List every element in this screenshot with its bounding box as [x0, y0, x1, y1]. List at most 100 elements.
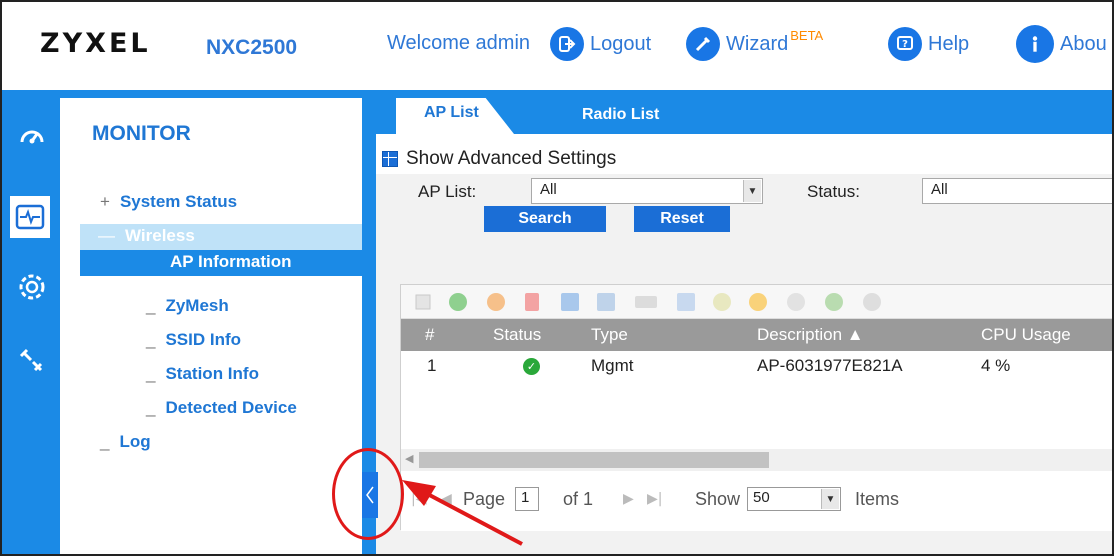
chevron-down-icon: ▼ [821, 489, 839, 509]
device-icon[interactable] [635, 296, 657, 308]
grid-header: # Status Type Description ▲ CPU Usage [401, 319, 1112, 351]
expand-icon: + [100, 192, 110, 211]
status-label: Status: [807, 182, 860, 201]
logout-link[interactable]: Logout [550, 24, 651, 64]
monitor-menu: MONITOR + System Status — Wireless AP Info… [80, 114, 362, 554]
status-select[interactable]: All [922, 178, 1112, 204]
menu-item-label: Log [119, 432, 151, 451]
menu-item-label: Wireless [125, 226, 195, 245]
menu-item-wireless[interactable]: — Wireless [80, 224, 362, 250]
collapse-icon: — [98, 226, 115, 245]
chart-icon[interactable] [561, 293, 579, 311]
advanced-label: Show Advanced Settings [406, 148, 617, 169]
about-label: Abou [1060, 32, 1107, 55]
wizard-icon [686, 27, 720, 61]
scrollbar-thumb[interactable] [419, 452, 769, 468]
page-size-value: 50 [753, 489, 770, 506]
bullet: _ [146, 330, 156, 349]
icon-sidebar-tail [2, 414, 60, 444]
menu-item-detected-device[interactable]: _ Detected Device [146, 398, 297, 418]
delete-icon[interactable] [525, 293, 539, 311]
status-ok-icon: ✓ [523, 358, 540, 375]
tab-ap-list[interactable]: AP List [396, 98, 514, 134]
bullet: _ [146, 364, 156, 383]
help-icon: ? [888, 27, 922, 61]
maintenance-icon[interactable] [10, 338, 54, 384]
add-mesh-icon[interactable] [825, 293, 843, 311]
page-count: of 1 [563, 489, 594, 509]
grid-icon [382, 151, 398, 167]
svg-text:?: ? [902, 39, 908, 50]
status-value: All [931, 181, 948, 198]
zyxel-logo: ZYXEL [40, 28, 151, 59]
help-label: Help [928, 32, 970, 55]
power-icon[interactable] [487, 293, 505, 311]
tab-bar: AP List Radio List [376, 90, 1112, 134]
info-icon [1016, 25, 1054, 63]
menu-item-log[interactable]: _ Log [100, 432, 151, 452]
search-button[interactable]: Search [484, 206, 606, 232]
about-link[interactable]: Abou [1016, 24, 1107, 64]
items-label: Items [855, 489, 900, 509]
ap-list-value: All [540, 181, 557, 198]
logout-label: Logout [590, 32, 652, 55]
welcome-text: Welcome admin [387, 32, 531, 54]
model-name: NXC2500 [206, 36, 298, 59]
horizontal-scrollbar[interactable]: ◀ [401, 449, 1112, 471]
menu-item-label: Detected Device [165, 398, 297, 417]
col-cpu-usage[interactable]: CPU Usage [981, 325, 1071, 345]
window-icon[interactable] [597, 293, 615, 311]
table-row[interactable]: 1 ✓ Mgmt AP-6031977E821A 4 % [401, 351, 1112, 381]
settings-wheel-icon[interactable] [863, 293, 881, 311]
cell-cpu-usage: 4 % [981, 356, 1011, 375]
ap-list-label: AP List: [418, 182, 477, 201]
menu-item-label: System Status [119, 192, 238, 211]
menu-item-zymesh[interactable]: _ ZyMesh [146, 296, 229, 316]
top-header: ZYXEL NXC2500 Welcome admin Logout Wizar… [2, 2, 1112, 90]
tab-radio-list[interactable]: Radio List [582, 106, 659, 124]
col-type[interactable]: Type [591, 325, 628, 345]
ap-list-select[interactable]: All ▼ [531, 178, 763, 204]
chevron-down-icon: ▼ [743, 180, 761, 202]
menu-item-ssid-info[interactable]: _ SSID Info [146, 330, 241, 350]
menu-item-label: ZyMesh [165, 296, 229, 315]
show-label: Show [695, 489, 741, 509]
network-icon[interactable] [677, 293, 695, 311]
menu-title: MONITOR [92, 122, 191, 145]
bullet: _ [146, 296, 156, 315]
refresh-icon[interactable] [749, 293, 767, 311]
show-advanced-settings[interactable]: Show Advanced Settings [382, 148, 616, 170]
col-status[interactable]: Status [493, 325, 541, 345]
cell-description: AP-6031977E821A [757, 356, 903, 375]
help-link[interactable]: ? Help [888, 24, 969, 64]
last-page-icon[interactable]: ▶| [647, 491, 662, 507]
annotation-circle [332, 448, 404, 540]
logout-icon [550, 27, 584, 61]
bullet: _ [100, 432, 110, 451]
cell-type: Mgmt [591, 356, 634, 375]
menu-item-system-status[interactable]: + System Status [100, 192, 237, 212]
gear-icon[interactable] [713, 293, 731, 311]
page-size-select[interactable]: 50 ▼ [747, 487, 841, 511]
menu-item-label: SSID Info [165, 330, 242, 349]
wizard-link[interactable]: Wizard BETA [686, 24, 823, 64]
col-description[interactable]: Description ▲ [757, 325, 864, 345]
monitor-icon[interactable] [8, 194, 52, 240]
app-window: ZYXEL NXC2500 Welcome admin Logout Wizar… [0, 0, 1114, 556]
menu-item-label: AP Information [170, 252, 292, 271]
scroll-left-icon[interactable]: ◀ [405, 452, 413, 465]
menu-item-station-info[interactable]: _ Station Info [146, 364, 259, 384]
annotation-arrow [402, 480, 523, 546]
menu-item-ap-information[interactable]: AP Information [80, 250, 362, 276]
add-icon[interactable] [449, 293, 467, 311]
reset-button[interactable]: Reset [634, 206, 730, 232]
cell-number: 1 [427, 356, 437, 375]
wizard-label: Wizard [726, 32, 789, 55]
remove-icon[interactable] [787, 293, 805, 311]
icon-sidebar [2, 98, 60, 554]
edit-icon[interactable] [415, 294, 431, 310]
next-page-icon[interactable]: ▶ [623, 491, 634, 507]
settings-icon[interactable] [10, 264, 54, 310]
col-number[interactable]: # [425, 325, 434, 345]
dashboard-icon[interactable] [10, 112, 54, 158]
